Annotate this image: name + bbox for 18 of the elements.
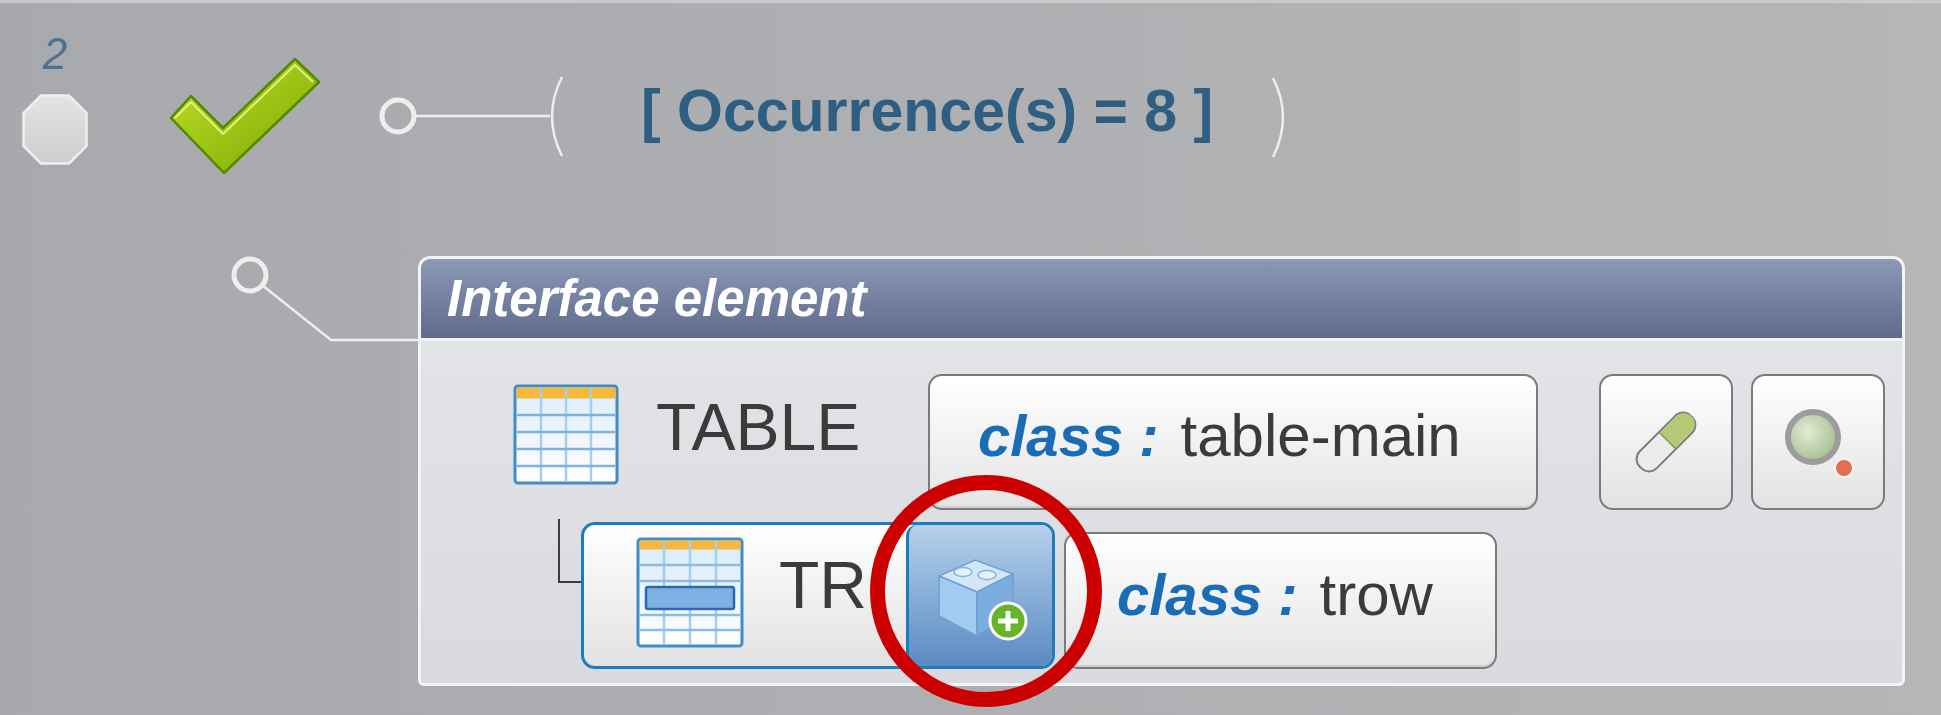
element-tag: TABLE — [656, 392, 928, 462]
tree-branch-line — [558, 519, 581, 583]
attribute-name: class : — [978, 404, 1159, 468]
search-button[interactable] — [1751, 374, 1885, 510]
add-button[interactable] — [906, 525, 1052, 666]
attribute-field[interactable]: class : table-main — [928, 374, 1538, 510]
attribute-value: trow — [1319, 562, 1433, 627]
occurrence-count: [ Occurrence(s) = 8 ] — [641, 80, 1214, 142]
attribute-value: table-main — [1180, 404, 1461, 468]
table-icon — [513, 384, 619, 485]
table-row-icon — [636, 537, 744, 648]
edit-button[interactable] — [1599, 374, 1733, 510]
element-tag: TR — [779, 550, 867, 620]
panel-title: Interface element — [447, 269, 867, 328]
attribute-field[interactable]: class : trow — [1064, 532, 1497, 669]
attribute-name: class : — [1117, 562, 1298, 627]
step-number: 2 — [42, 32, 68, 76]
element-chip[interactable]: TR — [581, 522, 1055, 669]
